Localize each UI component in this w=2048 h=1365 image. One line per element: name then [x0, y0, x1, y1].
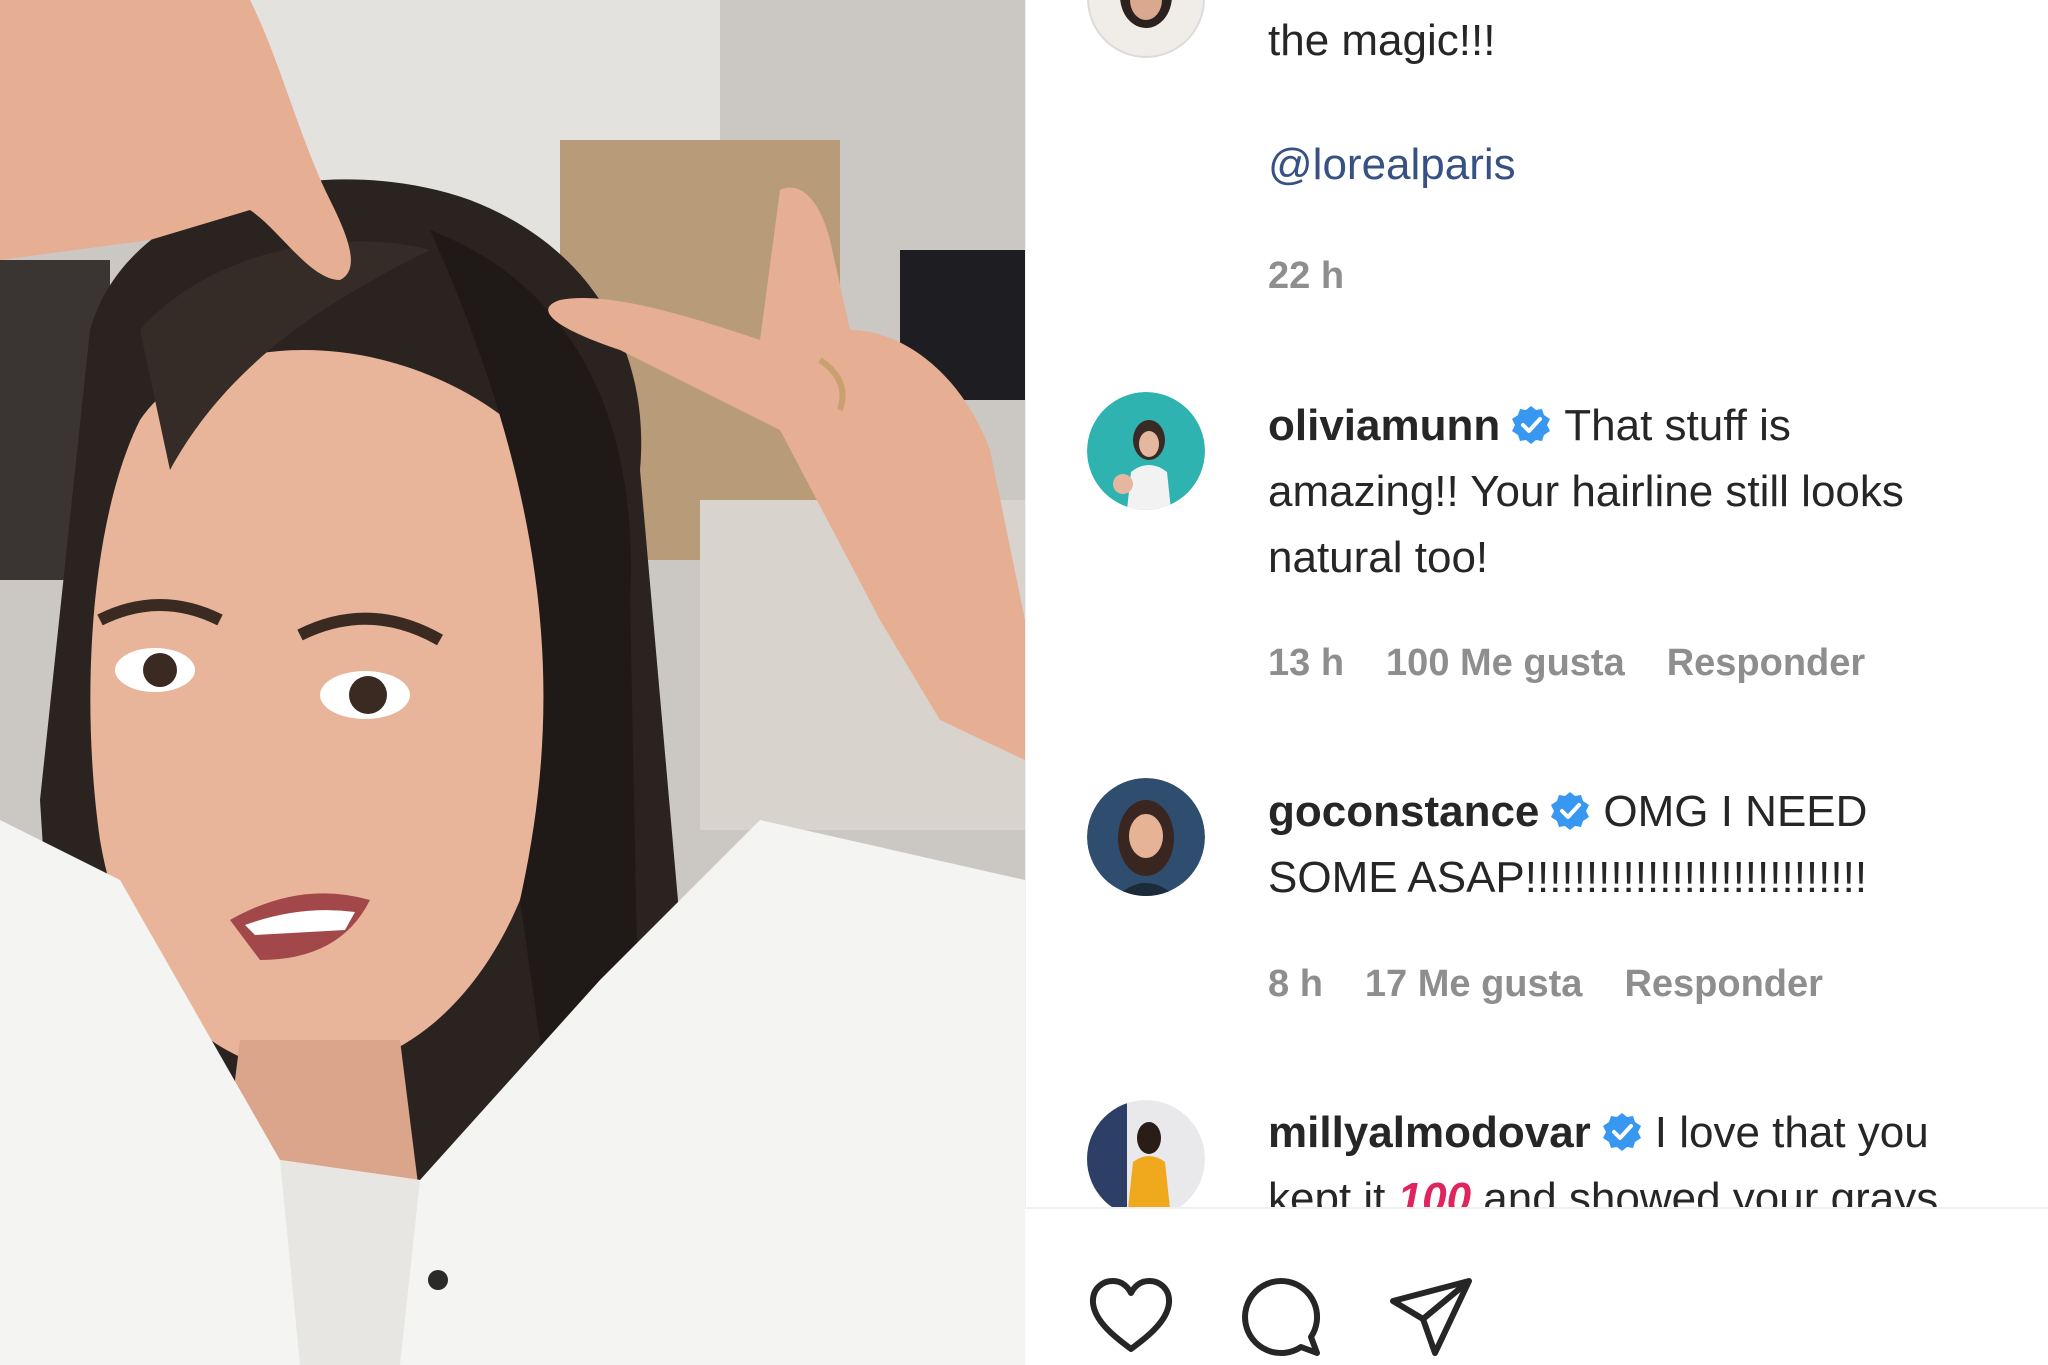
comment-time[interactable]: 8 h [1268, 963, 1323, 1005]
comment-text: That stuff is [1564, 401, 1791, 450]
comment-avatar-millyalmodovar[interactable] [1087, 1100, 1205, 1218]
comment-avatar-goconstance[interactable] [1087, 778, 1205, 896]
comment-text: SOME ASAP!!!!!!!!!!!!!!!!!!!!!!!!!!!! [1268, 853, 1868, 902]
panel-divider [1025, 0, 1026, 1365]
post-photo [0, 0, 1025, 1365]
author-avatar[interactable] [1087, 0, 1205, 58]
post-media[interactable] [0, 0, 1025, 1365]
reply-button[interactable]: Responder [1667, 642, 1865, 684]
comment-millyalmodovar: millyalmodovar I love that you kept it 10… [1268, 1100, 2048, 1207]
share-icon[interactable] [1385, 1271, 1477, 1363]
comment-text: kept it [1268, 1174, 1386, 1207]
comment-goconstance: goconstance OMG I NEED SOME ASAP!!!!!!!!!… [1268, 779, 2048, 911]
comment-text: and showed your grays [1483, 1174, 1939, 1207]
comment-oliviamunn: oliviamunn That stuff is amazing!! Your h… [1268, 393, 2048, 591]
comment-meta: 8 h 17 Me gusta Responder [1268, 963, 1865, 1006]
comment-username[interactable]: oliviamunn [1268, 401, 1500, 450]
comment-text: OMG I NEED [1603, 787, 1868, 836]
comment-meta: 13 h 100 Me gusta Responder [1268, 642, 1907, 685]
comment-text: natural too! [1268, 533, 1489, 582]
caption-mention-link[interactable]: @lorealparis [1268, 140, 1516, 190]
verified-badge-icon [1549, 790, 1591, 832]
verified-badge-icon [1601, 1111, 1643, 1153]
comment-likes[interactable]: 17 Me gusta [1365, 963, 1583, 1005]
comment-likes[interactable]: 100 Me gusta [1386, 642, 1625, 684]
action-bar [1025, 1209, 2048, 1365]
reply-button[interactable]: Responder [1624, 963, 1822, 1005]
comment-username[interactable]: millyalmodovar [1268, 1108, 1591, 1157]
post-timestamp[interactable]: 22 h [1268, 255, 1344, 298]
comment-username[interactable]: goconstance [1268, 787, 1539, 836]
comment-text: amazing!! Your hairline still looks [1268, 467, 1904, 516]
hundred-points-emoji: 100 [1397, 1174, 1472, 1207]
caption-text: the magic!!! [1268, 16, 1496, 65]
comment-icon[interactable] [1235, 1271, 1327, 1363]
verified-badge-icon [1510, 404, 1552, 446]
comment-time[interactable]: 13 h [1268, 642, 1344, 684]
comments-panel: the magic!!! @lorealparis 22 h oliviamun… [1025, 0, 2048, 1365]
comment-avatar-oliviamunn[interactable] [1087, 392, 1205, 510]
comment-text: I love that you [1654, 1108, 1929, 1157]
heart-icon[interactable] [1085, 1271, 1177, 1363]
